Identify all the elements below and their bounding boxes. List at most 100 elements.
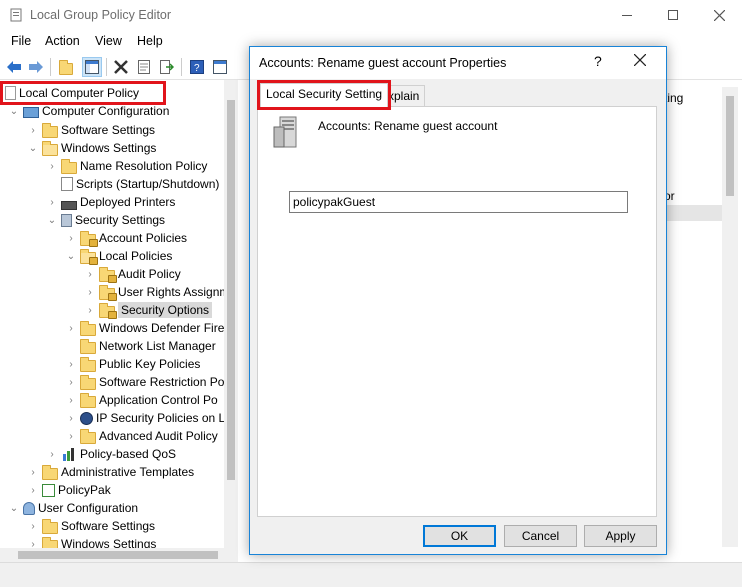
tree-item-advanced-audit-policy[interactable]: › Advanced Audit Policy <box>65 427 218 445</box>
tree-vertical-scroll-thumb[interactable] <box>227 100 235 480</box>
details-selected-row[interactable] <box>664 205 722 221</box>
cancel-button[interactable]: Cancel <box>504 525 577 547</box>
tree-item-public-key-policies[interactable]: › Public Key Policies <box>65 355 200 373</box>
collapse-chevron-icon[interactable]: ⌄ <box>46 215 58 226</box>
tree-item-deployed-printers[interactable]: › Deployed Printers <box>46 193 175 211</box>
expand-chevron-icon[interactable]: › <box>27 485 39 496</box>
expand-chevron-icon[interactable]: › <box>27 521 39 532</box>
guest-account-name-field[interactable]: policypakGuest <box>289 191 628 213</box>
back-arrow-icon <box>7 61 21 73</box>
expand-chevron-icon[interactable]: › <box>84 269 96 280</box>
ok-button[interactable]: OK <box>423 525 496 547</box>
tree-horizontal-scroll-thumb[interactable] <box>18 551 218 559</box>
tree-item-label: Windows Settings <box>61 141 157 155</box>
folder-icon <box>80 375 96 390</box>
tree-item-audit-policy[interactable]: › Audit Policy <box>84 265 181 283</box>
view-pane-icon <box>213 60 227 74</box>
close-window-button[interactable] <box>696 3 742 27</box>
properties-icon <box>138 60 150 74</box>
expand-chevron-icon[interactable]: › <box>84 305 96 316</box>
tree-item-ip-security-policies[interactable]: › IP Security Policies on L <box>65 409 225 427</box>
tree-item-label: Computer Configuration <box>42 104 170 118</box>
expand-chevron-icon[interactable]: › <box>84 287 96 298</box>
expand-chevron-icon[interactable]: › <box>65 323 77 334</box>
show-hide-tree-button[interactable] <box>82 57 102 77</box>
tree-item-windows-settings[interactable]: ⌄ Windows Settings <box>27 139 156 157</box>
tree-item-security-settings[interactable]: ⌄ Security Settings <box>46 211 165 229</box>
folder-icon <box>42 465 58 480</box>
close-icon <box>633 53 647 67</box>
dialog-help-button[interactable]: ? <box>594 53 602 69</box>
tree-item-software-restriction[interactable]: › Software Restriction Po <box>65 373 224 391</box>
maximize-button[interactable] <box>650 3 696 27</box>
tree-item-policypak[interactable]: › PolicyPak <box>27 481 110 499</box>
status-bar <box>0 562 742 587</box>
tree-item-label: Public Key Policies <box>99 357 201 371</box>
tree-item-local-computer-policy[interactable]: Local Computer Policy <box>0 81 166 105</box>
folder-icon <box>80 357 96 372</box>
details-scroll-thumb[interactable] <box>726 96 734 196</box>
delete-button[interactable] <box>111 57 131 77</box>
tree-item-network-list-manager[interactable]: Network List Manager <box>65 337 216 355</box>
export-icon <box>160 60 174 74</box>
tree-item-scripts[interactable]: Scripts (Startup/Shutdown) <box>46 175 219 193</box>
properties-button[interactable] <box>134 57 154 77</box>
tree-item-windows-defender-firewall[interactable]: › Windows Defender Firewall <box>65 319 237 337</box>
tree-item-computer-configuration[interactable]: ⌄ Computer Configuration <box>8 102 170 120</box>
tree-item-label: Advanced Audit Policy <box>99 429 218 443</box>
menu-file[interactable]: File <box>11 34 31 48</box>
server-policy-icon <box>273 116 297 148</box>
tree-item-local-policies[interactable]: ⌄ Local Policies <box>65 247 172 265</box>
tree-item-label: Local Policies <box>99 249 173 263</box>
printer-icon <box>61 200 77 210</box>
tree-item-user-software-settings[interactable]: › Software Settings <box>27 517 155 535</box>
help-book-icon: ? <box>190 60 204 74</box>
locked-folder-open-icon <box>80 249 98 265</box>
collapse-chevron-icon[interactable]: ⌄ <box>27 143 39 154</box>
menu-action[interactable]: Action <box>45 34 80 48</box>
expand-chevron-icon[interactable]: › <box>46 449 58 460</box>
tree-item-security-options[interactable]: › Security Options <box>84 301 213 319</box>
tree-item-application-control[interactable]: › Application Control Po <box>65 391 218 409</box>
tree-item-user-rights-assignment[interactable]: › User Rights Assignment <box>84 283 237 301</box>
up-folder-button[interactable] <box>56 57 76 77</box>
forward-button[interactable] <box>26 57 46 77</box>
minimize-button[interactable] <box>604 3 650 27</box>
tree-item-software-settings[interactable]: › Software Settings <box>27 121 155 139</box>
dialog-close-button[interactable] <box>633 51 647 71</box>
expand-chevron-icon[interactable]: › <box>65 413 77 424</box>
tree-item-label: Deployed Printers <box>80 195 176 209</box>
tree-item-administrative-templates[interactable]: › Administrative Templates <box>27 463 194 481</box>
console-tree-icon <box>85 60 99 74</box>
expand-chevron-icon[interactable]: › <box>27 467 39 478</box>
collapse-chevron-icon[interactable]: ⌄ <box>65 251 77 262</box>
collapse-chevron-icon[interactable]: ⌄ <box>8 106 20 117</box>
expand-chevron-icon[interactable]: › <box>65 359 77 370</box>
export-list-button[interactable] <box>157 57 177 77</box>
folder-icon <box>80 429 96 444</box>
tree-item-label: Audit Policy <box>118 267 181 281</box>
help-button[interactable]: ? <box>187 57 207 77</box>
view-button[interactable] <box>210 57 230 77</box>
tree-item-user-configuration[interactable]: ⌄ User Configuration <box>8 499 138 517</box>
expand-chevron-icon[interactable]: › <box>65 377 77 388</box>
tab-local-security-setting[interactable]: Local Security Setting <box>256 80 392 110</box>
folder-icon <box>80 321 96 336</box>
menu-help[interactable]: Help <box>137 34 163 48</box>
tree-item-name-resolution-policy[interactable]: › Name Resolution Policy <box>46 157 207 175</box>
expand-chevron-icon[interactable]: › <box>65 431 77 442</box>
expand-chevron-icon[interactable]: › <box>46 197 58 208</box>
collapse-chevron-icon[interactable]: ⌄ <box>8 503 20 514</box>
maximize-icon <box>668 10 678 20</box>
expand-chevron-icon[interactable]: › <box>65 233 77 244</box>
expand-chevron-icon[interactable]: › <box>27 125 39 136</box>
apply-button[interactable]: Apply <box>584 525 657 547</box>
locked-folder-icon <box>99 303 117 319</box>
menu-view[interactable]: View <box>95 34 122 48</box>
tree-item-account-policies[interactable]: › Account Policies <box>65 229 187 247</box>
expand-chevron-icon[interactable]: › <box>46 161 58 172</box>
tree-item-policy-based-qos[interactable]: › Policy-based QoS <box>46 445 176 463</box>
expand-chevron-icon[interactable]: › <box>65 395 77 406</box>
minimize-icon <box>622 14 632 16</box>
back-button[interactable] <box>4 57 24 77</box>
